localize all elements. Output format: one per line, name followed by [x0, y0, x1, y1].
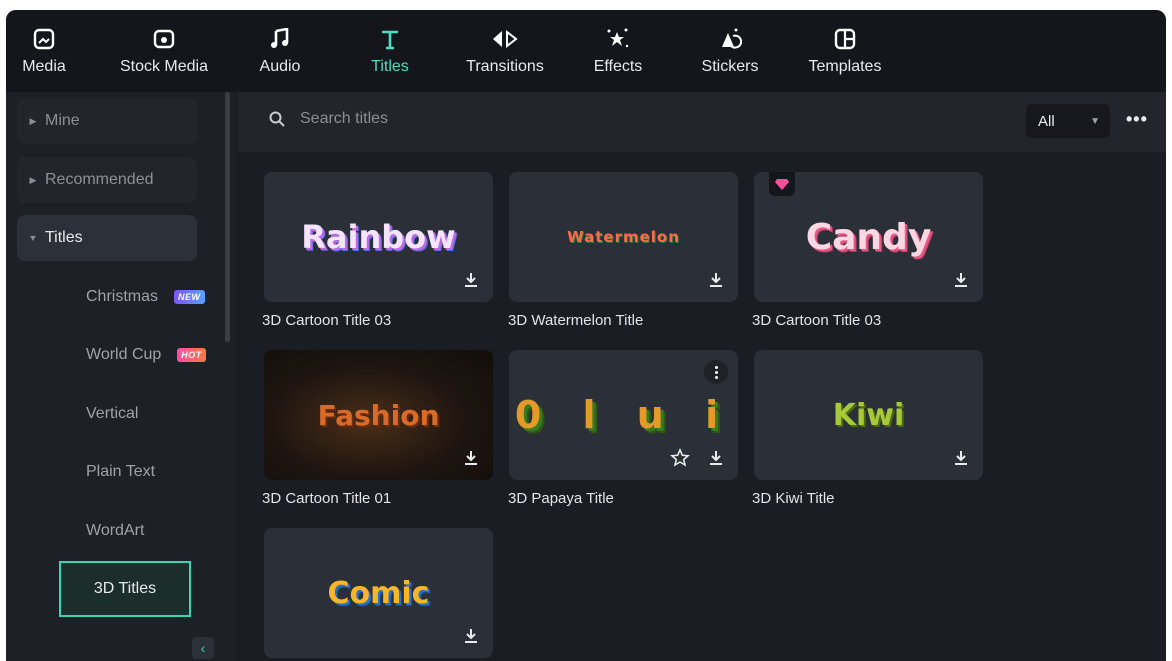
caret-down-icon: ▼ [28, 233, 38, 243]
card-caption: 3D Kiwi Title [752, 490, 835, 507]
chevron-down-icon: ▼ [1090, 115, 1100, 127]
tab-media[interactable]: Media [14, 10, 74, 92]
sidebar-item-vertical[interactable]: Vertical [86, 405, 138, 423]
effects-sparkle-icon [605, 26, 631, 52]
media-icon [33, 26, 55, 52]
content-header: Search titles All ▼ ••• [238, 92, 1166, 152]
preview-text: Kiwi [832, 397, 905, 433]
sidebar-item-label: Christmas [86, 288, 159, 305]
sidebar-item-label: WordArt [86, 522, 145, 539]
search-field[interactable]: Search titles [268, 110, 388, 128]
stock-media-icon [153, 26, 175, 52]
app-window: Media Stock Media Audio Titles Transitio… [6, 10, 1166, 661]
download-icon[interactable] [461, 270, 481, 290]
title-preview: Rainbow [264, 172, 493, 302]
hot-badge: HOT [177, 348, 206, 362]
tab-templates[interactable]: Templates [802, 10, 888, 92]
preview-text: Watermelon [567, 228, 680, 246]
download-icon[interactable] [951, 270, 971, 290]
caret-right-icon: ▶ [29, 174, 37, 185]
card-caption: 3D Cartoon Title 01 [262, 490, 392, 507]
download-icon[interactable] [461, 626, 481, 646]
tab-titles[interactable]: Titles [362, 10, 418, 92]
tab-effects-label: Effects [593, 58, 643, 75]
tab-stickers[interactable]: Stickers [698, 10, 762, 92]
sidebar-group-label: Recommended [45, 171, 154, 188]
sidebar-scrollbar[interactable] [225, 92, 230, 342]
card-more-button[interactable] [704, 360, 728, 384]
title-preview: Kiwi [754, 350, 983, 480]
sidebar-group-mine[interactable]: ▶ Mine [17, 98, 197, 144]
title-preview: Watermelon [509, 172, 738, 302]
sidebar-item-label: World Cup [86, 346, 162, 363]
title-card-watermelon[interactable]: Watermelon [509, 172, 738, 302]
sidebar-group-label: Titles [45, 229, 83, 246]
card-caption: 3D Cartoon Title 03 [752, 312, 882, 329]
tab-media-label: Media [22, 58, 66, 75]
tab-stock-media-label: Stock Media [119, 58, 209, 75]
collapse-sidebar-button[interactable]: ‹ [192, 637, 214, 659]
sidebar-group-titles[interactable]: ▼ Titles [17, 215, 197, 261]
download-icon[interactable] [706, 270, 726, 290]
sticker-icon [718, 26, 742, 52]
preview-text: 0 l u i [514, 393, 733, 437]
sidebar-item-3d-titles[interactable]: 3D Titles [59, 561, 191, 617]
search-input[interactable]: Search titles [300, 110, 388, 128]
title-card-comic[interactable]: Comic [264, 528, 493, 658]
sidebar-item-christmas[interactable]: Christmas NEW [86, 288, 205, 306]
title-card-papaya[interactable]: 0 l u i [509, 350, 738, 480]
sidebar-group-recommended[interactable]: ▶ Recommended [17, 157, 197, 203]
tab-transitions[interactable]: Transitions [460, 10, 550, 92]
preview-text: Comic [327, 575, 430, 611]
sidebar-item-wordart[interactable]: WordArt [86, 522, 144, 540]
sidebar-item-label: 3D Titles [93, 580, 157, 597]
title-card-fashion[interactable]: Fashion [264, 350, 493, 480]
sidebar-item-label: Vertical [86, 405, 139, 422]
tab-stock-media[interactable]: Stock Media [114, 10, 214, 92]
card-caption: 3D Papaya Title [508, 490, 614, 507]
preview-text: Fashion [317, 398, 440, 432]
search-icon [269, 111, 285, 127]
download-icon[interactable] [951, 448, 971, 468]
tab-transitions-label: Transitions [466, 58, 544, 75]
download-icon[interactable] [706, 448, 726, 468]
transitions-icon [490, 26, 520, 52]
sidebar-group-label: Mine [45, 112, 80, 129]
title-card-kiwi[interactable]: Kiwi [754, 350, 983, 480]
tab-audio-label: Audio [259, 58, 301, 75]
sidebar-item-label: Plain Text [86, 463, 156, 480]
top-toolbar: Media Stock Media Audio Titles Transitio… [6, 10, 1166, 92]
preview-text: Rainbow [301, 218, 456, 256]
sidebar-item-plain-text[interactable]: Plain Text [86, 463, 155, 481]
preview-text: Candy [805, 216, 932, 258]
filter-dropdown[interactable]: All ▼ [1026, 104, 1110, 138]
tab-titles-label: Titles [371, 58, 409, 75]
music-note-icon [270, 26, 290, 52]
caret-right-icon: ▶ [29, 115, 37, 126]
filter-value: All [1038, 112, 1055, 130]
download-icon[interactable] [461, 448, 481, 468]
tab-stickers-label: Stickers [701, 58, 759, 75]
title-preview: Fashion [264, 350, 493, 480]
title-preview: Comic [264, 528, 493, 658]
favorite-star-icon[interactable] [670, 448, 690, 468]
tab-audio[interactable]: Audio [252, 10, 308, 92]
title-preview: Candy [754, 172, 983, 302]
sidebar-item-world-cup[interactable]: World Cup HOT [86, 346, 206, 364]
tab-effects[interactable]: Effects [588, 10, 648, 92]
tab-templates-label: Templates [808, 58, 882, 75]
title-card-candy[interactable]: Candy [754, 172, 983, 302]
template-icon [834, 26, 856, 52]
card-caption: 3D Watermelon Title [508, 312, 644, 329]
title-card-rainbow[interactable]: Rainbow [264, 172, 493, 302]
chevron-left-icon: ‹ [200, 640, 206, 656]
more-options-icon[interactable]: ••• [1126, 110, 1148, 128]
new-badge: NEW [174, 290, 205, 304]
text-t-icon [379, 26, 401, 52]
card-caption: 3D Cartoon Title 03 [262, 312, 392, 329]
